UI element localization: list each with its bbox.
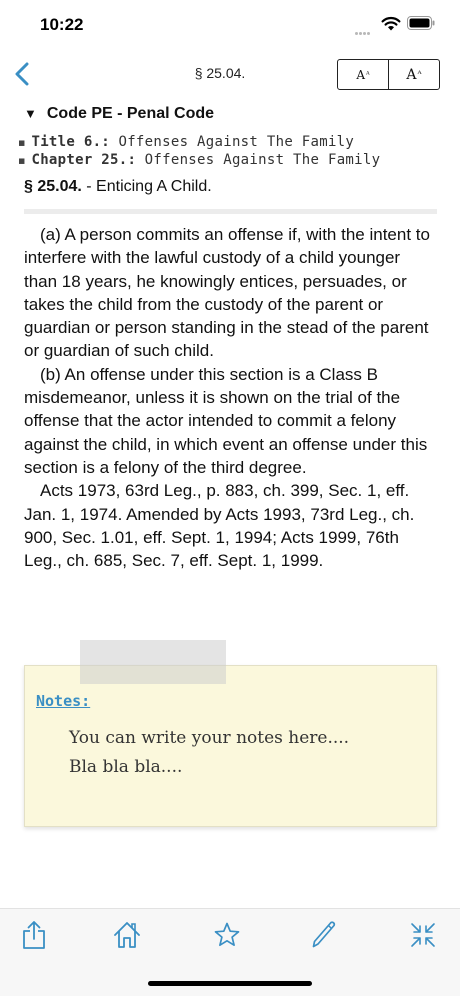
section-number: § 25.04. xyxy=(24,178,82,195)
chevron-left-icon xyxy=(15,62,29,86)
breadcrumb-key: Title 6.: xyxy=(31,134,111,150)
home-indicator[interactable] xyxy=(148,981,312,986)
status-time: 10:22 xyxy=(40,15,84,34)
wifi-icon xyxy=(381,16,401,31)
home-button[interactable] xyxy=(109,919,145,951)
breadcrumb-value: Offenses Against The Family xyxy=(118,134,355,150)
back-button[interactable] xyxy=(10,58,34,90)
edit-notes-button[interactable] xyxy=(305,919,341,951)
collapse-triangle-icon: ▼ xyxy=(24,106,37,121)
section-title: - Enticing A Child. xyxy=(81,178,212,195)
statute-text: (a) A person commits an offense if, with… xyxy=(24,223,434,572)
bullet-icon: ▪ xyxy=(18,136,26,149)
page-title: § 25.04. xyxy=(194,65,246,81)
nav-bar: § 25.04. Aᴬ Aᴬ xyxy=(0,50,460,98)
share-button[interactable] xyxy=(16,919,52,951)
font-size-control: Aᴬ Aᴬ xyxy=(337,59,440,90)
home-icon xyxy=(114,922,140,948)
notes-line: Bla bla bla.... xyxy=(69,757,183,777)
share-icon xyxy=(23,921,45,949)
collapse-button[interactable] xyxy=(405,919,441,951)
notes-card[interactable]: Notes: You can write your notes here....… xyxy=(24,665,437,827)
breadcrumb-value: Offenses Against The Family xyxy=(144,152,381,168)
paragraph-a: (a) A person commits an offense if, with… xyxy=(24,225,430,361)
bullet-icon: ▪ xyxy=(18,154,26,167)
signal-dots-icon xyxy=(355,22,373,35)
code-title: Code PE - Penal Code xyxy=(46,105,215,122)
paragraph-b: (b) An offense under this section is a C… xyxy=(24,364,428,477)
breadcrumb-chapter[interactable]: ▪ Chapter 25.: Offenses Against The Famil… xyxy=(18,152,380,168)
font-decrease-button[interactable]: Aᴬ xyxy=(338,60,389,89)
breadcrumb-title[interactable]: ▪ Title 6.: Offenses Against The Family xyxy=(18,134,354,150)
divider xyxy=(24,209,437,214)
notes-line: You can write your notes here.... xyxy=(69,728,350,748)
notes-text[interactable]: You can write your notes here.... Bla bl… xyxy=(69,724,349,782)
pencil-icon xyxy=(312,921,336,948)
collapse-icon xyxy=(411,923,435,947)
code-heading[interactable]: ▼ Code PE - Penal Code xyxy=(24,105,214,123)
favorite-button[interactable] xyxy=(209,919,245,951)
star-icon xyxy=(214,922,240,947)
font-increase-label: A xyxy=(406,66,417,83)
history-note: Acts 1973, 63rd Leg., p. 883, ch. 399, S… xyxy=(24,481,415,571)
notes-label[interactable]: Notes: xyxy=(36,692,90,710)
breadcrumb-key: Chapter 25.: xyxy=(31,152,137,168)
font-decrease-label: A xyxy=(356,67,366,82)
battery-icon xyxy=(407,16,435,30)
section-heading: § 25.04. - Enticing A Child. xyxy=(24,178,212,196)
font-increase-button[interactable]: Aᴬ xyxy=(389,60,439,89)
tape-decoration xyxy=(80,640,226,684)
status-bar: 10:22 xyxy=(0,0,460,50)
